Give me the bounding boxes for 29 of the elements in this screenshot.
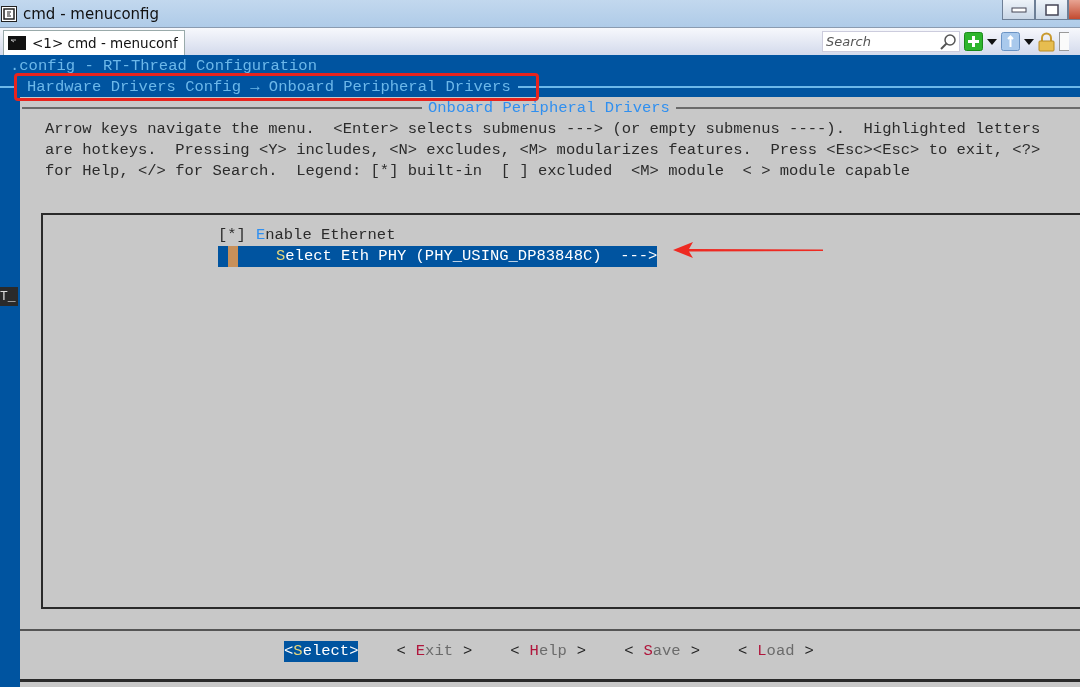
window-title: cmd - menuconfig [23,4,160,23]
dropdown-caret-icon[interactable] [1024,38,1034,45]
maximize-icon [1044,3,1059,16]
search-icon [939,33,957,51]
dialog-title: Onboard Peripheral Drivers [427,99,671,117]
panel-icon[interactable] [1059,32,1069,51]
cursor-block [228,246,238,267]
maximize-button[interactable] [1035,0,1068,20]
search-field[interactable]: Search [822,31,960,52]
dropdown-caret-icon[interactable] [987,38,997,45]
dialog-button[interactable]: < Load > [738,640,814,662]
dialog-button[interactable]: < Save > [624,640,700,662]
config-title: .config - RT-Thread Configuration [9,56,318,76]
dialog-button[interactable]: < Help > [510,640,587,662]
menu-item[interactable]: Select Eth PHY (PHY_USING_DP83848C) ---> [218,246,658,267]
terminal-fragment: T_ [0,287,18,306]
console-icon [1,5,17,22]
terminal-icon [8,36,26,50]
help-text: for Help, </> for Search. Legend: [*] built-in [ ] excluded <M> module < > module capable [45,161,912,182]
help-text: Arrow keys navigate the menu. <Enter> selects submenus ---> (or empty submenus ----). Highlighted letters [45,119,1042,140]
add-icon[interactable] [964,32,983,51]
menu-item[interactable]: Enable Ethernet [255,225,396,246]
dialog-button[interactable]: <Select> [284,640,359,662]
minimize-button[interactable] [1002,0,1035,20]
checkbox[interactable]: [*] [218,225,246,246]
dialog-button[interactable]: < Exit > [396,640,473,662]
minimize-icon [1010,6,1027,13]
terminal-tab[interactable]: <1> cmd - menuconf [3,30,185,55]
help-text: are hotkeys. Pressing <Y> includes, <N> excludes, <M> modularizes features. Press <Esc><Esc> to exit, <?> [45,140,1042,161]
